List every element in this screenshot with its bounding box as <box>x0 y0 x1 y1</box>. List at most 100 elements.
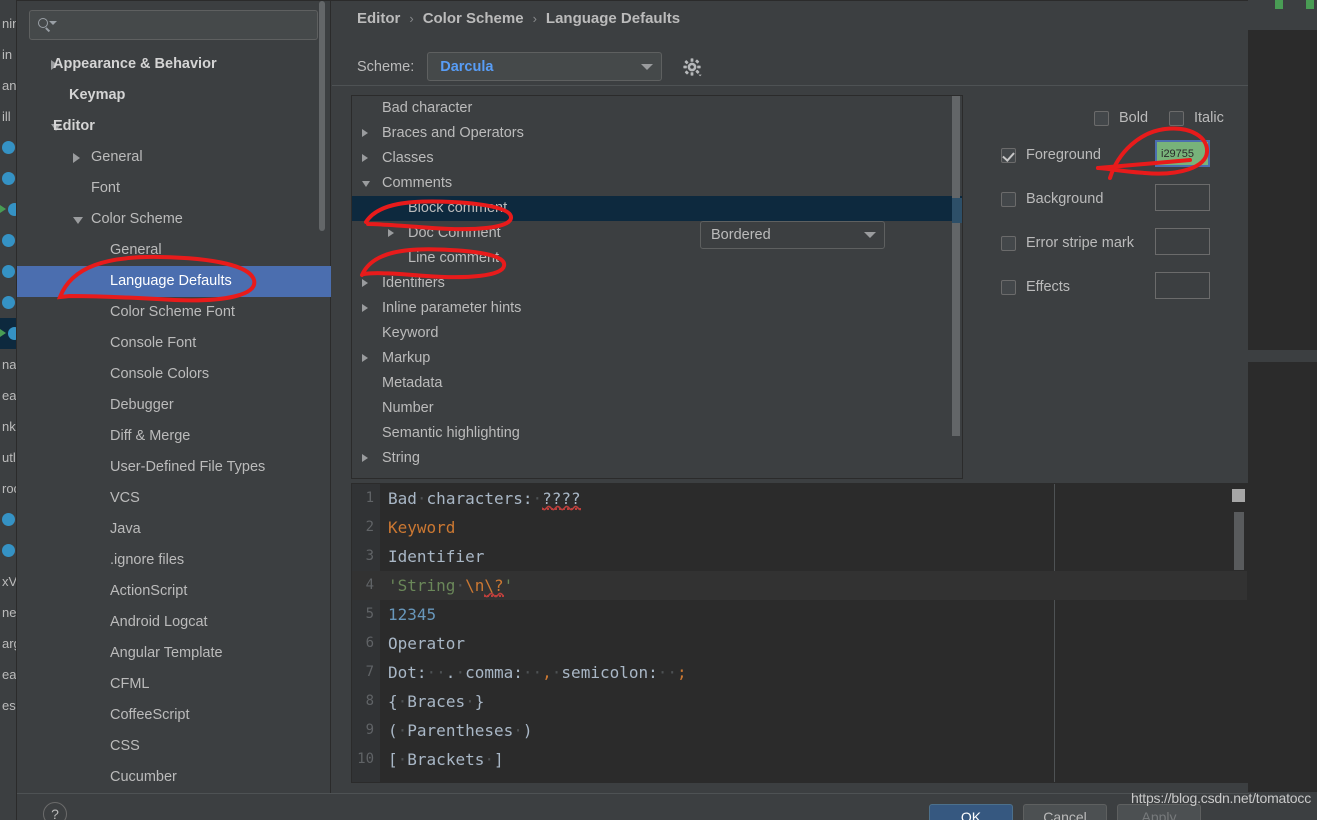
effects-color-swatch[interactable] <box>1155 272 1210 299</box>
background-tree-label: xV <box>2 574 18 589</box>
sidebar-item-coffeescript[interactable]: CoffeeScript <box>17 700 331 731</box>
node-icon <box>2 265 15 278</box>
settings-category-tree[interactable]: Appearance & Behavior Keymap Editor General… <box>17 49 331 793</box>
attribute-item-comments[interactable]: Comments <box>352 171 962 196</box>
code-token: ·· <box>522 663 543 682</box>
chevron-down-icon[interactable] <box>362 181 370 187</box>
error-stripe-checkbox[interactable] <box>1001 235 1016 251</box>
attribute-item-classes[interactable]: Classes <box>352 146 962 171</box>
preview-scroll-marker[interactable] <box>1232 489 1245 502</box>
error-stripe-option[interactable]: Error stripe mark <box>1001 235 1134 251</box>
italic-checkbox[interactable] <box>1169 110 1184 126</box>
bold-checkbox[interactable] <box>1094 110 1109 126</box>
attribute-item-braces-and-operators[interactable]: Braces and Operators <box>352 121 962 146</box>
chevron-right-icon[interactable] <box>73 153 80 163</box>
code-token: · <box>416 489 427 508</box>
sidebar-item-actionscript[interactable]: ActionScript <box>17 576 331 607</box>
breadcrumb-item[interactable]: Color Scheme <box>423 10 524 27</box>
bold-option[interactable]: Bold <box>1094 110 1148 126</box>
foreground-color-swatch[interactable]: i29755 <box>1155 140 1210 167</box>
preview-scrollbar-thumb[interactable] <box>1234 512 1244 570</box>
attribute-item-string[interactable]: String <box>352 446 962 471</box>
line-number: 1 <box>365 490 374 506</box>
sidebar-item-diff-merge[interactable]: Diff & Merge <box>17 421 331 452</box>
sidebar-item-color-scheme[interactable]: Color Scheme <box>17 204 331 235</box>
sidebar-item-font[interactable]: Font <box>17 173 331 204</box>
sidebar-item-label: Color Scheme Font <box>110 304 235 320</box>
search-box[interactable] <box>29 10 318 40</box>
chevron-right-icon[interactable] <box>362 304 368 312</box>
code-token: ·· <box>426 663 446 682</box>
sidebar-item-general[interactable]: General <box>17 235 331 266</box>
sidebar-item-appearance-behavior[interactable]: Appearance & Behavior <box>17 49 331 80</box>
color-attribute-tree[interactable]: Bad character Braces and Operators Classes… <box>351 95 963 479</box>
ok-button[interactable]: OK <box>929 804 1013 820</box>
attribute-item-label: Block comment <box>408 200 508 216</box>
help-button[interactable]: ? <box>43 802 67 820</box>
sidebar-item-cucumber[interactable]: Cucumber <box>17 762 331 793</box>
breadcrumb-item[interactable]: Language Defaults <box>546 10 680 27</box>
sidebar-item-vcs[interactable]: VCS <box>17 483 331 514</box>
sidebar-item-css[interactable]: CSS <box>17 731 331 762</box>
sidebar-item-debugger[interactable]: Debugger <box>17 390 331 421</box>
chevron-right-icon[interactable] <box>362 129 368 137</box>
attribute-item-keyword[interactable]: Keyword <box>352 321 962 346</box>
attribute-item-bad-character[interactable]: Bad character <box>352 96 962 121</box>
attribute-item-block-comment[interactable]: Block comment <box>352 196 962 221</box>
cancel-button[interactable]: Cancel <box>1023 804 1107 820</box>
search-input[interactable] <box>56 17 317 33</box>
chevron-right-icon[interactable] <box>362 279 368 287</box>
attribute-item-semantic-highlighting[interactable]: Semantic highlighting <box>352 421 962 446</box>
code-token: . <box>445 663 456 682</box>
background-color-swatch[interactable] <box>1155 184 1210 211</box>
chevron-right-icon[interactable] <box>362 354 368 362</box>
sidebar-item-language-defaults[interactable]: Language Defaults <box>17 266 331 297</box>
chevron-down-icon[interactable] <box>73 217 83 224</box>
attribute-item-identifiers[interactable]: Identifiers <box>352 271 962 296</box>
sidebar-item-android-logcat[interactable]: Android Logcat <box>17 607 331 638</box>
italic-option[interactable]: Italic <box>1169 110 1224 126</box>
apply-button[interactable]: Apply <box>1117 804 1201 820</box>
attribute-item-markup[interactable]: Markup <box>352 346 962 371</box>
sidebar-item-console-colors[interactable]: Console Colors <box>17 359 331 390</box>
foreground-checkbox[interactable] <box>1001 147 1016 163</box>
background-option[interactable]: Background <box>1001 191 1103 207</box>
chevron-right-icon[interactable] <box>362 154 368 162</box>
sidebar-item-angular-template[interactable]: Angular Template <box>17 638 331 669</box>
effects-option[interactable]: Effects <box>1001 279 1070 295</box>
expand-arrow-icon[interactable] <box>0 329 6 337</box>
sidebar-item-java[interactable]: Java <box>17 514 331 545</box>
expand-arrow-icon[interactable] <box>0 205 6 213</box>
attribute-tree-scrollbar[interactable] <box>952 96 960 436</box>
attribute-item-line-comment[interactable]: Line comment <box>352 246 962 271</box>
effect-type-dropdown[interactable]: Bordered <box>700 221 885 249</box>
error-stripe-label: Error stripe mark <box>1026 235 1134 251</box>
scheme-dropdown[interactable]: Darcula <box>427 52 663 81</box>
effects-checkbox[interactable] <box>1001 279 1016 295</box>
breadcrumb-item[interactable]: Editor <box>357 10 400 27</box>
background-checkbox[interactable] <box>1001 191 1016 207</box>
attribute-item-label: String <box>382 450 420 466</box>
code-preview[interactable]: 1 Bad·characters:·???? 2 Keyword 3 Identifier… <box>351 483 1248 783</box>
line-content: [·Brackets·] <box>388 745 504 774</box>
attribute-item-inline-parameter-hints[interactable]: Inline parameter hints <box>352 296 962 321</box>
sidebar-item-user-defined-file-types[interactable]: User-Defined File Types <box>17 452 331 483</box>
sidebar-item-console-font[interactable]: Console Font <box>17 328 331 359</box>
color-attribute-rows: Bad character Braces and Operators Classes… <box>352 96 962 471</box>
gear-icon[interactable] <box>681 56 703 78</box>
settings-tree-scrollbar[interactable] <box>319 1 325 231</box>
code-token: characters: <box>426 489 533 508</box>
sidebar-item-ignore-files[interactable]: .ignore files <box>17 545 331 576</box>
attribute-item-metadata[interactable]: Metadata <box>352 371 962 396</box>
search-icon <box>38 18 57 32</box>
foreground-option[interactable]: Foreground <box>1001 147 1101 163</box>
chevron-right-icon[interactable] <box>362 454 368 462</box>
sidebar-item-color-scheme-font[interactable]: Color Scheme Font <box>17 297 331 328</box>
attribute-item-number[interactable]: Number <box>352 396 962 421</box>
sidebar-item-cfml[interactable]: CFML <box>17 669 331 700</box>
chevron-right-icon[interactable] <box>388 229 394 237</box>
sidebar-item-general[interactable]: General <box>17 142 331 173</box>
sidebar-item-keymap[interactable]: Keymap <box>17 80 331 111</box>
sidebar-item-editor[interactable]: Editor <box>17 111 331 142</box>
error-stripe-color-swatch[interactable] <box>1155 228 1210 255</box>
